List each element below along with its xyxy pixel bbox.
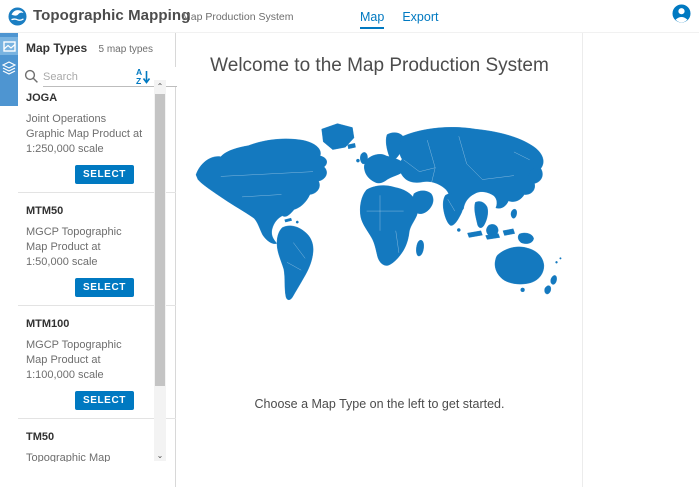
user-account-icon[interactable] (672, 4, 691, 23)
main-panel: Welcome to the Map Production System (177, 33, 583, 487)
select-mtm100-button[interactable]: SELECT (75, 391, 134, 410)
app-header: Topographic Mapping Map Production Syste… (0, 0, 699, 33)
scrollbar-thumb[interactable] (155, 94, 165, 386)
welcome-heading: Welcome to the Map Production System (177, 55, 582, 77)
map-type-description: MGCP Topographic Map Product at 1:100,00… (26, 338, 144, 383)
list-item-tm50: TM50 Topographic Map Product at 1:50,000… (18, 419, 176, 462)
map-types-panel: Map Types 5 map types A Z JOGA Joint Ope… (18, 33, 176, 487)
map-type-name: MTM50 (26, 201, 154, 225)
layers-widget-icon[interactable] (0, 59, 18, 77)
select-joga-button[interactable]: SELECT (75, 165, 134, 184)
map-type-name: TM50 (26, 427, 154, 451)
panel-title: Map Types (26, 41, 87, 55)
scroll-down-icon[interactable]: ⌄ (154, 449, 166, 461)
list-item-joga: JOGA Joint Operations Graphic Map Produc… (18, 80, 176, 193)
list-item-mtm50: MTM50 MGCP Topographic Map Product at 1:… (18, 193, 176, 306)
map-type-description: Topographic Map Product at 1:50,000 scal… (26, 451, 144, 462)
select-mtm50-button[interactable]: SELECT (75, 278, 134, 297)
world-map (183, 99, 577, 331)
map-widget-icon[interactable] (0, 37, 18, 55)
panel-header: Map Types 5 map types (18, 41, 175, 55)
scroll-up-icon[interactable]: ⌃ (154, 80, 166, 92)
map-types-count: 5 map types (99, 44, 153, 55)
globe-logo-icon (8, 7, 27, 26)
widget-toolbar (0, 33, 18, 106)
tab-map[interactable]: Map (360, 0, 384, 33)
map-type-description: MGCP Topographic Map Product at 1:50,000… (26, 225, 144, 270)
app-title: Topographic Mapping (33, 7, 190, 24)
list-item-mtm100: MTM100 MGCP Topographic Map Product at 1… (18, 306, 176, 419)
app-subtitle: Map Production System (182, 11, 293, 23)
map-types-list: JOGA Joint Operations Graphic Map Produc… (18, 80, 176, 462)
header-tabs: Map Export (360, 0, 438, 33)
map-type-description: Joint Operations Graphic Map Product at … (26, 112, 144, 157)
instruction-text: Choose a Map Type on the left to get sta… (177, 397, 582, 411)
map-type-name: JOGA (26, 88, 154, 112)
tab-export[interactable]: Export (402, 0, 438, 33)
sidebar-scrollbar[interactable]: ⌃ ⌄ (154, 80, 166, 461)
map-type-name: MTM100 (26, 314, 154, 338)
